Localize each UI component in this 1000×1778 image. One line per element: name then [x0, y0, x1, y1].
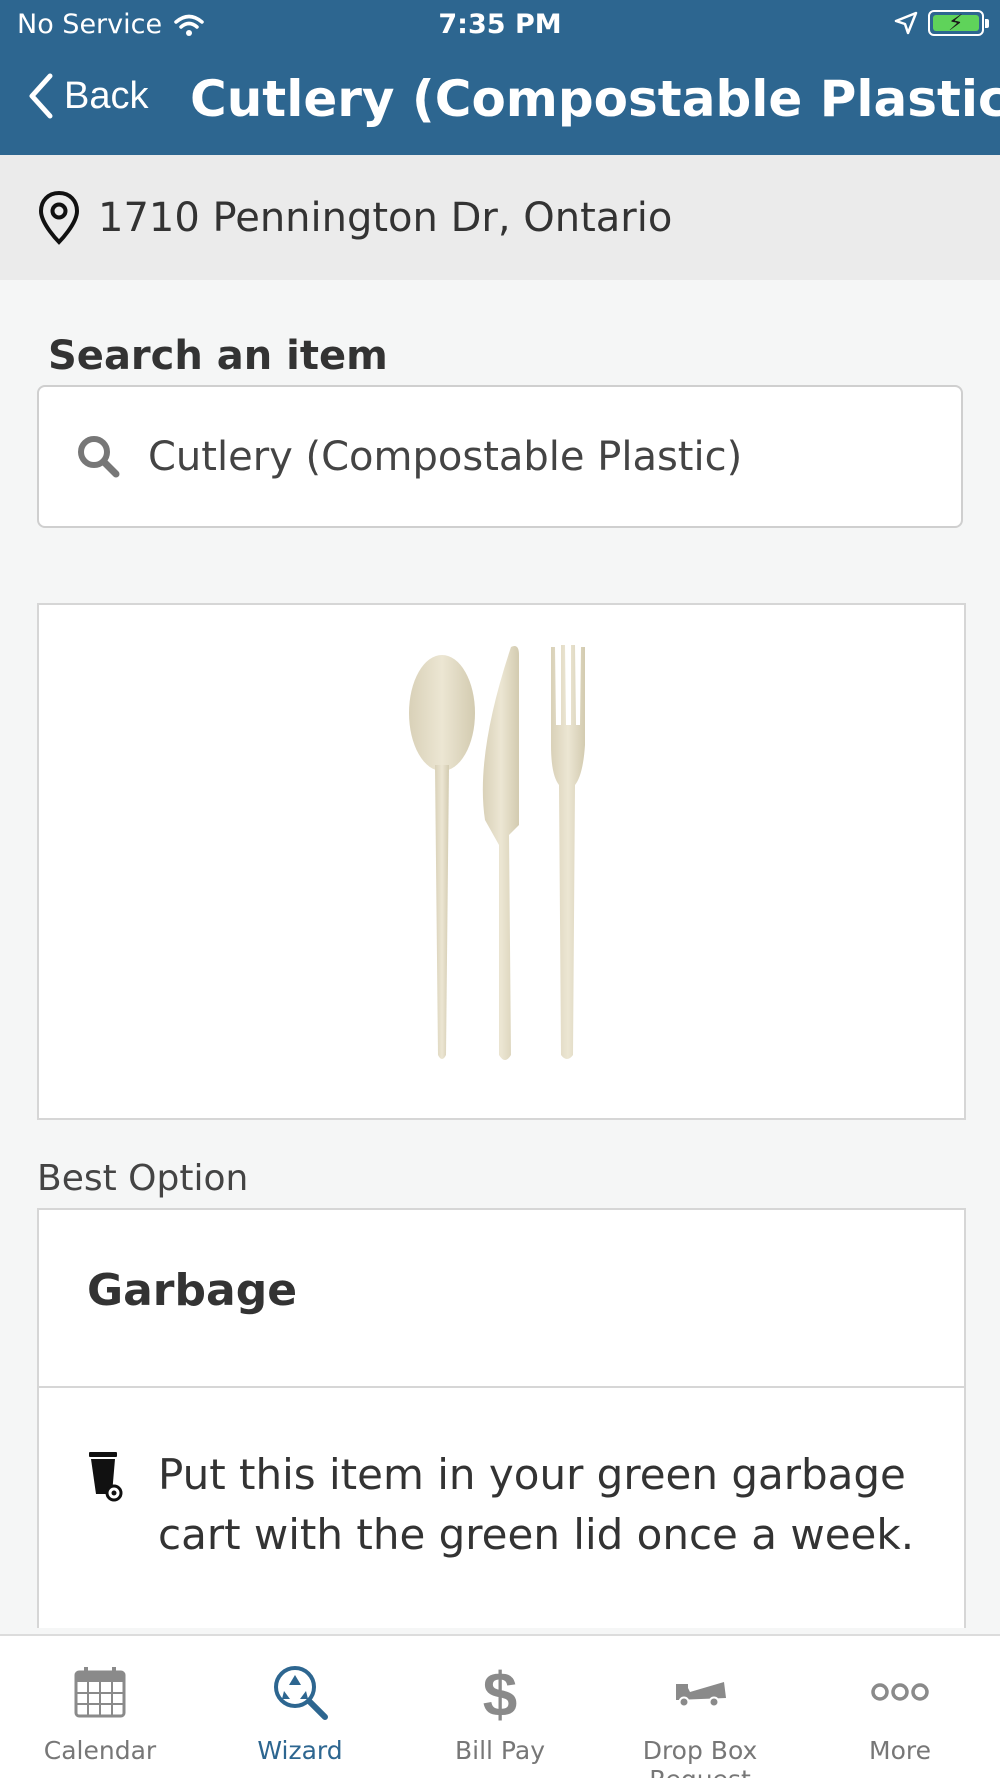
best-option-card: Garbage Put this item in your green garb… [37, 1208, 966, 1628]
location-arrow-icon [894, 11, 918, 35]
tab-drop-box-request[interactable]: Drop Box Request [600, 1636, 800, 1778]
chevron-left-icon [29, 73, 53, 119]
tab-label: More [869, 1736, 931, 1765]
back-button[interactable]: Back [28, 72, 148, 120]
address-text: 1710 Pennington Dr, Ontario [98, 194, 673, 241]
svg-text:$: $ [483, 1662, 517, 1722]
tab-calendar[interactable]: Calendar [0, 1636, 200, 1778]
tab-more[interactable]: More [800, 1636, 1000, 1778]
calendar-icon [74, 1667, 126, 1718]
battery-icon: ⚡ [928, 10, 989, 36]
cutlery-image [409, 645, 585, 1060]
page-title: Cutlery (Compostable Plastic) [190, 70, 1000, 128]
location-pin-icon [38, 190, 80, 245]
tab-wizard[interactable]: Wizard [200, 1636, 400, 1778]
option-description: Put this item in your green garbage cart… [158, 1450, 915, 1559]
search-label: Search an item [48, 333, 388, 379]
truck-icon [676, 1682, 726, 1708]
tab-label: Wizard [257, 1736, 343, 1765]
tab-label: Bill Pay [454, 1736, 545, 1765]
more-dots-icon [871, 1683, 929, 1701]
tab-label: Calendar [43, 1736, 157, 1765]
best-option-label: Best Option [37, 1158, 249, 1199]
search-input[interactable] [148, 433, 928, 480]
nav-bar: Back Cutlery (Compostable Plastic) [0, 58, 1000, 148]
clock: 7:35 PM [438, 9, 562, 40]
item-image-panel [37, 603, 966, 1120]
wizard-recycle-search-icon [274, 1666, 328, 1720]
app-header: No Service 7:35 PM ⚡ Back Cutlery (Compo… [0, 0, 1000, 155]
search-icon [78, 435, 120, 477]
back-label: Back [64, 74, 149, 117]
divider [39, 1386, 964, 1388]
tab-bar: Calendar Wizard $ Bill Pay Drop Box Requ… [0, 1634, 1000, 1778]
address-bar[interactable]: 1710 Pennington Dr, Ontario [0, 155, 1000, 280]
search-field[interactable] [37, 385, 963, 528]
tab-bill-pay[interactable]: $ Bill Pay [400, 1636, 600, 1778]
tab-label: Drop Box Request [642, 1736, 758, 1778]
status-right: ⚡ [894, 10, 989, 36]
status-bar: No Service 7:35 PM ⚡ [0, 0, 1000, 50]
garbage-cart-icon [89, 1452, 123, 1502]
option-title: Garbage [87, 1265, 298, 1316]
dollar-icon: $ [483, 1662, 517, 1722]
